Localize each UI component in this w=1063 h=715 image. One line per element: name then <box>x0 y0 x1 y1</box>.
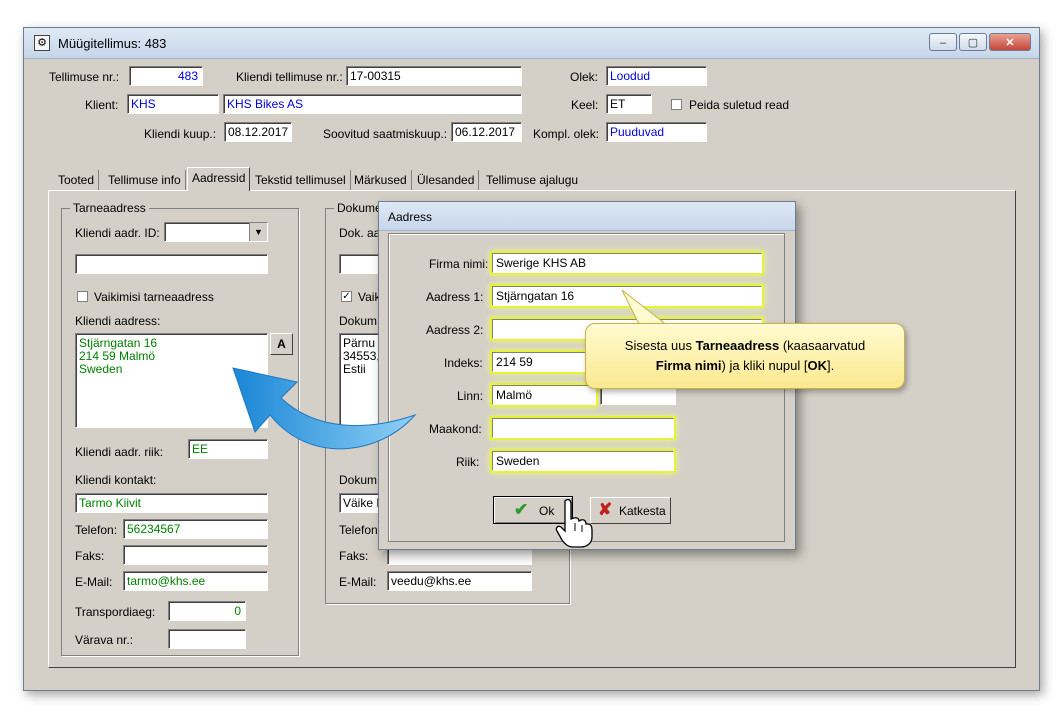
telefon-field[interactable]: 56234567 <box>123 519 268 539</box>
saatmiskuup-field[interactable]: 06.12.2017 <box>451 122 522 142</box>
transpordiaeg-label: Transpordiaeg: <box>75 605 156 619</box>
linn-label: Linn: <box>457 389 484 403</box>
klient-code-field[interactable]: KHS <box>127 94 219 114</box>
dokum-label: Dokum. <box>339 314 381 328</box>
firma-label: Firma nimi: <box>429 257 489 271</box>
kliendi-tellimuse-field[interactable]: 17-00315 <box>346 66 522 86</box>
callout-part2: (kaasaarvatud <box>779 338 866 353</box>
olek-label: Olek: <box>570 70 599 84</box>
aadress2-label: Aadress 2: <box>426 323 484 337</box>
tab-markused[interactable]: Märkused <box>350 170 412 190</box>
callout-bold1: Tarneaadress <box>695 338 780 353</box>
dokum2-label: Dokum. <box>339 473 381 487</box>
aadr-riik-label: Kliendi aadr. riik: <box>75 445 164 459</box>
vaikimisi-label: Vaikimisi tarneaadress <box>94 290 214 304</box>
aadr-id-dropdown[interactable]: ▼ <box>164 222 268 242</box>
dok-telefon-label: Telefon: <box>339 523 382 537</box>
callout-bold3: OK <box>807 358 828 373</box>
linn-field[interactable]: Malmö <box>492 385 596 405</box>
varava-field[interactable] <box>168 629 246 649</box>
cancel-x-icon: ✘ <box>598 500 613 519</box>
tab-tellimuse-ajalugu[interactable]: Tellimuse ajalugu <box>482 170 582 190</box>
saatmiskuup-label: Soovitud saatmiskuup.: <box>323 127 448 141</box>
dok-aadr-label: Dok. aa <box>339 226 381 240</box>
keel-field[interactable]: ET <box>606 94 652 114</box>
tab-aadressid[interactable]: Aadressid <box>187 167 251 191</box>
dialog-title: Aadress <box>388 210 433 224</box>
dok-faks-label: Faks: <box>339 549 369 563</box>
app-icon: ⚙ <box>34 35 50 51</box>
dialog-title-bar[interactable]: Aadress <box>379 202 795 231</box>
callout-bold2: Firma nimi <box>655 358 722 373</box>
callout-part1: Sisesta uus <box>624 338 696 353</box>
ok-label: Ok <box>539 504 555 518</box>
callout-part4: ]. <box>827 358 835 373</box>
address-a-button[interactable]: A <box>270 333 293 355</box>
maximize-button[interactable]: ▢ <box>959 33 987 51</box>
email-label: E-Mail: <box>75 575 113 589</box>
tab-ulesanded[interactable]: Ülesanded <box>413 170 480 190</box>
aadr-id-extra-field[interactable] <box>75 254 268 274</box>
title-bar[interactable]: ⚙ Müügitellimus: 483 – ▢ ✕ <box>24 28 1039 59</box>
email-field[interactable]: tarmo@khs.ee <box>123 571 268 591</box>
dok-email-field[interactable]: veedu@khs.ee <box>387 571 532 591</box>
aadr-id-label: Kliendi aadr. ID: <box>75 226 160 240</box>
kliendi-aadress-label: Kliendi aadress: <box>75 314 161 328</box>
katkesta-label: Katkesta <box>619 504 666 518</box>
dok-vaik-checkbox[interactable]: ✓ <box>341 291 352 302</box>
kuup-label: Kliendi kuup.: <box>144 127 217 141</box>
dok-email-label: E-Mail: <box>339 575 377 589</box>
aadress1-label: Aadress 1: <box>426 290 484 304</box>
transpordiaeg-field[interactable]: 0 <box>168 601 246 621</box>
tellimuse-nr-field[interactable]: 483 <box>129 66 203 86</box>
tab-tooted[interactable]: Tooted <box>54 170 100 190</box>
hand-cursor-icon <box>555 498 593 548</box>
riik-field[interactable]: Sweden <box>492 451 674 471</box>
vaikimisi-checkbox[interactable] <box>77 291 88 302</box>
kontakt-label: Kliendi kontakt: <box>75 473 157 487</box>
window-title: Müügitellimus: 483 <box>58 36 167 51</box>
keel-label: Keel: <box>571 98 599 112</box>
peida-label: Peida suletud read <box>689 98 790 112</box>
curved-arrow-icon <box>232 367 417 450</box>
klient-label: Klient: <box>85 98 119 112</box>
varava-label: Värava nr.: <box>75 633 134 647</box>
indeks-label: Indeks: <box>444 356 483 370</box>
chevron-down-icon[interactable]: ▼ <box>249 223 267 241</box>
tab-tekstid-tellimusel[interactable]: Tekstid tellimusel <box>251 170 351 190</box>
kompl-field[interactable]: Puuduvad <box>606 122 707 142</box>
tarneaadress-legend: Tarneaadress <box>70 201 149 215</box>
callout-part3: ) ja kliki nupul [ <box>721 358 808 373</box>
firma-field[interactable]: Swerige KHS AB <box>492 253 762 273</box>
kliendi-tellimuse-label: Kliendi tellimuse nr.: <box>236 70 343 84</box>
close-button[interactable]: ✕ <box>989 33 1031 51</box>
checkmark-icon: ✔ <box>514 500 529 519</box>
kompl-label: Kompl. olek: <box>533 127 600 141</box>
tellimuse-nr-label: Tellimuse nr.: <box>49 70 120 84</box>
minimize-button[interactable]: – <box>929 33 957 51</box>
tab-tellimuse-info[interactable]: Tellimuse info <box>104 170 186 190</box>
callout-pointer <box>621 289 670 327</box>
klient-name-field[interactable]: KHS Bikes AS <box>223 94 522 114</box>
telefon-label: Telefon: <box>75 523 118 537</box>
olek-field[interactable]: Loodud <box>606 66 707 86</box>
katkesta-button[interactable]: ✘ Katkesta <box>590 497 671 524</box>
riik-label: Riik: <box>456 455 480 469</box>
kontakt-field[interactable]: Tarmo Kiivit <box>75 493 268 513</box>
maakond-field[interactable] <box>492 418 674 438</box>
faks-label: Faks: <box>75 549 105 563</box>
kuup-field[interactable]: 08.12.2017 <box>224 122 292 142</box>
instruction-callout: Sisesta uus Tarneaadress (kaasaarvatud F… <box>585 323 905 389</box>
faks-field[interactable] <box>123 545 268 565</box>
maakond-label: Maakond: <box>429 422 482 436</box>
peida-checkbox[interactable] <box>671 99 682 110</box>
